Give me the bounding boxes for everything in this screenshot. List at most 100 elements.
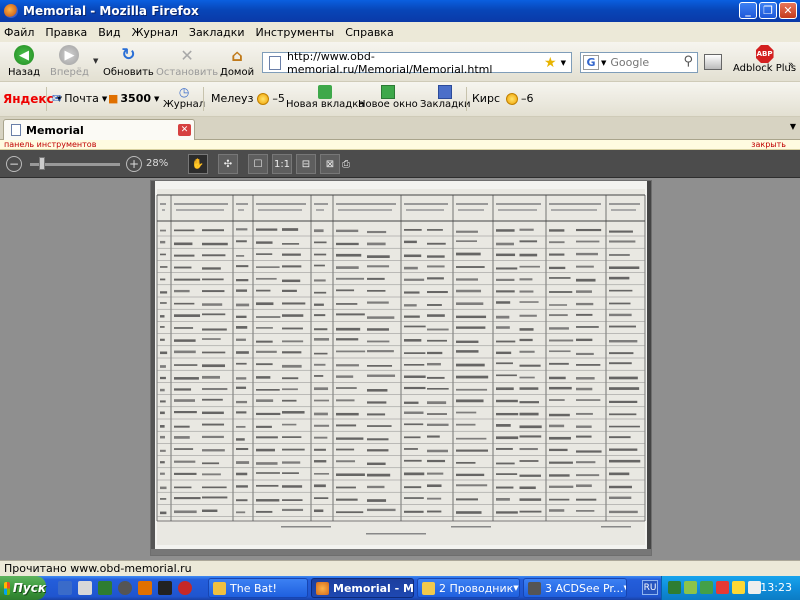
journal-button[interactable]: ◷ Журнал [163,85,205,110]
search-input[interactable] [610,56,681,69]
weather-city2[interactable]: Кирс –6 [472,92,534,105]
forward-label: Вперёд [50,67,89,78]
forward-arrow-icon: ▶ [59,45,80,65]
clock: 13:23 [760,581,792,594]
tray-icon[interactable] [668,581,681,594]
zoom-level: 28% [146,158,169,169]
hand-tool-icon[interactable]: ✋ [188,154,208,174]
bookmarks-button[interactable]: Закладки [420,85,471,110]
menu-file[interactable]: Файл [4,26,34,39]
search-engine-dropdown-icon[interactable]: ▼ [601,59,606,67]
adblock-label: Adblock Plus [733,63,797,74]
show-desktop-icon[interactable] [58,581,72,595]
viewer-toolbar: − + 28% ✋ ✣ ☐ 1:1 ⊟ ⊠ ⎙ [0,150,800,178]
home-button[interactable]: ⌂ Домой [220,45,254,79]
notification-close-link[interactable]: закрыть [751,140,786,149]
fit-page-icon[interactable]: ☐ [248,154,268,174]
google-icon[interactable]: G [583,55,599,70]
new-tab-button[interactable]: Новая вкладка [286,85,364,110]
menu-view[interactable]: Вид [98,26,120,39]
tab-list-dropdown-icon[interactable]: ▼ [790,122,796,131]
back-button[interactable]: ◀ Назад [8,45,40,78]
close-window-button[interactable]: ✕ [779,2,797,19]
mail-label: Почта [64,92,99,105]
points-button[interactable]: ■ 3500 ▼ [108,92,159,105]
task-group-dropdown-icon: ▼ [513,584,519,592]
zoom-slider-thumb[interactable] [39,157,45,170]
extension-icon[interactable] [704,54,722,70]
points-dropdown-icon[interactable]: ▼ [154,95,159,103]
close-tab-icon[interactable]: ✕ [178,124,191,136]
menu-history[interactable]: Журнал [132,26,178,39]
search-box[interactable]: G ▼ ⚲ [580,52,698,73]
start-button[interactable]: Пуск [0,576,46,600]
print-icon[interactable]: ⎙ [336,154,356,174]
quicklaunch-icon[interactable] [118,581,132,595]
menu-tools[interactable]: Инструменты [256,26,335,39]
menu-help[interactable]: Справка [345,26,393,39]
scanned-document[interactable] [150,180,652,556]
system-tray: 13:23 [661,576,800,600]
notification-bar: панель инструментов закрыть [0,140,800,150]
reload-button[interactable]: ↻ Обновить [103,45,154,78]
tray-icon[interactable] [684,581,697,594]
task-explorer[interactable]: 2 Проводник ▼ [417,578,520,598]
quicklaunch-icon[interactable] [78,581,92,595]
rotate-icon[interactable]: ✣ [218,154,238,174]
restore-button[interactable]: ❐ [759,2,777,19]
fit-width-icon[interactable]: ⊟ [296,154,316,174]
new-window-button[interactable]: Новое окно [358,85,418,110]
forward-button[interactable]: ▶ Вперёд [50,45,89,78]
language-indicator[interactable]: RU [642,580,658,595]
sun-icon [506,92,518,105]
stop-button[interactable]: ✕ Остановить [156,45,218,79]
menu-bookmarks[interactable]: Закладки [189,26,245,39]
menu-edit[interactable]: Правка [45,26,87,39]
back-arrow-icon: ◀ [14,45,34,65]
search-icon[interactable]: ⚲ [683,54,693,69]
mail-button[interactable]: ✉ Почта ▼ [52,92,107,105]
url-dropdown-icon[interactable]: ▼ [561,59,566,67]
adblock-button[interactable]: ABP Adblock Plus [733,45,796,74]
quicklaunch-icon[interactable] [178,581,192,595]
quicklaunch-icon[interactable] [138,581,152,595]
acdsee-icon [528,581,541,595]
clock-icon: ◷ [178,85,190,99]
tray-icon[interactable] [732,581,745,594]
start-label: Пуск [12,581,46,595]
mail-dropdown-icon[interactable]: ▼ [102,95,107,103]
document-edge [151,549,651,555]
task-acdsee[interactable]: 3 ACDSee Pr... ▼ [523,578,627,598]
volume-icon[interactable] [748,581,761,594]
bookmarks-label: Закладки [420,99,471,110]
tab-memorial[interactable]: Memorial ✕ [3,119,195,140]
task-the-bat[interactable]: The Bat! [208,578,308,598]
city1-temp: –5 [272,92,285,105]
tray-icon[interactable] [716,581,729,594]
status-text: Прочитано www.obd-memorial.ru [4,562,192,575]
bookmark-star-icon[interactable]: ★ [544,55,557,71]
tab-strip: Memorial ✕ ▼ [0,117,800,140]
document-edge [647,181,651,555]
tray-icon[interactable] [700,581,713,594]
url-text[interactable]: http://www.obd-memorial.ru/Memorial/Memo… [287,50,544,76]
weather-city1[interactable]: Мелеуз –5 [211,92,285,105]
reload-label: Обновить [103,67,154,78]
address-bar[interactable]: http://www.obd-memorial.ru/Memorial/Memo… [262,50,572,76]
taskbar: Пуск The Bat! Memorial - M... 2 Проводни… [0,576,800,600]
task-firefox-memorial[interactable]: Memorial - M... [311,578,414,598]
new-window-icon [380,85,395,99]
actual-size-icon[interactable]: 1:1 [272,154,292,174]
sun-icon [257,92,270,105]
status-bar: Прочитано www.obd-memorial.ru [0,560,800,576]
yandex-toolbar: Яндекс ▼ ✉ Почта ▼ ■ 3500 ▼ ◷ Журнал Мел… [0,82,800,117]
quicklaunch-icon[interactable] [158,581,172,595]
zoom-in-icon[interactable]: + [126,156,142,172]
toolbar-overflow-icon[interactable]: » [788,60,794,70]
quicklaunch-icon[interactable] [98,581,112,595]
zoom-out-icon[interactable]: − [6,156,22,172]
folder-icon [422,581,435,595]
history-dropdown-icon[interactable]: ▼ [93,57,98,65]
minimize-button[interactable]: _ [739,2,757,19]
notification-text: панель инструментов [4,140,97,149]
